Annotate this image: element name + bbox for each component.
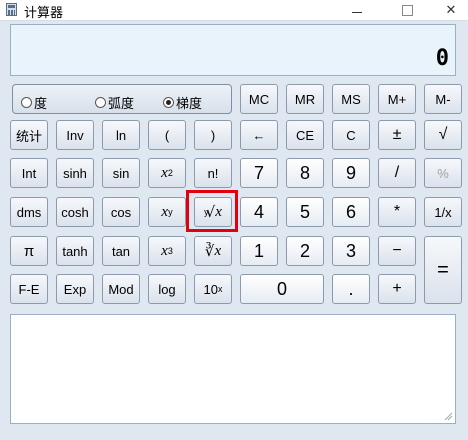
radio-gradian[interactable]: 梯度: [163, 93, 202, 112]
radio-dot-selected: [163, 97, 174, 108]
ten-power-base: 10: [203, 281, 218, 297]
cube-root-base: x: [214, 242, 222, 259]
digit-2-button[interactable]: 2: [286, 236, 324, 266]
cube-button[interactable]: x3: [148, 236, 186, 266]
close-button[interactable]: ✕: [436, 0, 466, 20]
ten-power-button[interactable]: 10 x: [194, 274, 232, 304]
maximize-button[interactable]: [392, 0, 422, 20]
resize-grip-icon[interactable]: [443, 411, 453, 421]
digit-1-button[interactable]: 1: [240, 236, 278, 266]
tanh-button[interactable]: tanh: [56, 236, 94, 266]
cosh-button[interactable]: cosh: [56, 197, 94, 227]
factorial-button[interactable]: n!: [194, 158, 232, 188]
plus-minus-button[interactable]: ±: [378, 120, 416, 150]
digit-5-button[interactable]: 5: [286, 197, 324, 227]
exp-button[interactable]: Exp: [56, 274, 94, 304]
sin-button[interactable]: sin: [102, 158, 140, 188]
title-bar: 计算器 ✕: [0, 0, 468, 21]
digit-4-button[interactable]: 4: [240, 197, 278, 227]
reciprocal-button[interactable]: 1/x: [424, 197, 462, 227]
power-exponent: y: [168, 207, 173, 217]
radio-label: 度: [34, 96, 48, 111]
display-value: 0: [435, 46, 449, 71]
radio-radian[interactable]: 弧度: [95, 93, 134, 112]
mr-button[interactable]: MR: [286, 84, 324, 114]
power-button[interactable]: xy: [148, 197, 186, 227]
window-title: 计算器: [24, 5, 64, 20]
calculator-icon: [6, 3, 17, 16]
radio-degree[interactable]: 度: [21, 93, 47, 112]
square-base: x: [161, 164, 168, 181]
m-plus-button[interactable]: M+: [378, 84, 416, 114]
ten-power-exponent: x: [217, 284, 223, 294]
digit-0-button[interactable]: 0: [240, 274, 324, 304]
digit-3-button[interactable]: 3: [332, 236, 370, 266]
fe-button[interactable]: F-E: [10, 274, 48, 304]
dms-button[interactable]: dms: [10, 197, 48, 227]
decimal-button[interactable]: .: [332, 274, 370, 304]
digit-6-button[interactable]: 6: [332, 197, 370, 227]
right-paren-button[interactable]: ): [194, 120, 232, 150]
mod-button[interactable]: Mod: [102, 274, 140, 304]
sinh-button[interactable]: sinh: [56, 158, 94, 188]
result-display: 0: [10, 24, 456, 76]
log-button[interactable]: log: [148, 274, 186, 304]
radio-label: 弧度: [108, 96, 135, 111]
cube-root-button[interactable]: ∛ x: [194, 236, 232, 266]
equals-button[interactable]: =: [424, 236, 462, 304]
tan-button[interactable]: tan: [102, 236, 140, 266]
left-paren-button[interactable]: (: [148, 120, 186, 150]
angle-mode-group: 度 弧度 梯度: [12, 84, 232, 114]
ce-button[interactable]: CE: [286, 120, 324, 150]
clear-button[interactable]: C: [332, 120, 370, 150]
minimize-button[interactable]: [342, 0, 372, 20]
radio-label: 梯度: [176, 96, 203, 111]
cube-root-icon: ∛: [204, 242, 215, 260]
digit-7-button[interactable]: 7: [240, 158, 278, 188]
digit-9-button[interactable]: 9: [332, 158, 370, 188]
ln-button[interactable]: ln: [102, 120, 140, 150]
close-icon: ✕: [445, 2, 457, 17]
highlight-box: [186, 190, 238, 232]
radio-dot: [21, 97, 32, 108]
cos-button[interactable]: cos: [102, 197, 140, 227]
statistics-button[interactable]: 统计: [10, 120, 48, 150]
add-button[interactable]: +: [378, 274, 416, 304]
inv-button[interactable]: Inv: [56, 120, 94, 150]
sqrt-button[interactable]: √: [424, 120, 462, 150]
multiply-button[interactable]: *: [378, 197, 416, 227]
square-exponent: 2: [167, 168, 173, 178]
int-button[interactable]: Int: [10, 158, 48, 188]
ms-button[interactable]: MS: [332, 84, 370, 114]
history-panel[interactable]: [10, 314, 456, 424]
pi-button[interactable]: π: [10, 236, 48, 266]
subtract-button[interactable]: −: [378, 236, 416, 266]
backspace-button[interactable]: ←: [240, 120, 278, 150]
square-button[interactable]: x2: [148, 158, 186, 188]
divide-button[interactable]: /: [378, 158, 416, 188]
radio-dot: [95, 97, 106, 108]
power-base: x: [161, 203, 169, 220]
maximize-icon: [401, 4, 413, 16]
cube-exponent: 3: [167, 246, 173, 256]
percent-button[interactable]: %: [424, 158, 462, 188]
digit-8-button[interactable]: 8: [286, 158, 324, 188]
cube-base: x: [161, 242, 168, 259]
minimize-icon: [352, 11, 362, 13]
mc-button[interactable]: MC: [240, 84, 278, 114]
m-minus-button[interactable]: M-: [424, 84, 462, 114]
